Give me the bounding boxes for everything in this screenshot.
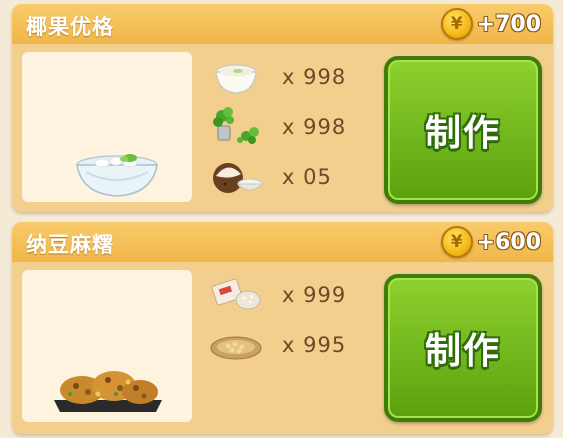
ingredient-row: x 05 — [208, 152, 376, 202]
reward: ¥ +700 — [440, 7, 541, 41]
recipe-card-coconut-yogurt: 椰果优格 ¥ +700 x 998 x 998 x 05 制作 — [12, 4, 553, 212]
ingredient-row: x 998 — [208, 102, 376, 152]
ingredient-qty: x 995 — [282, 333, 347, 357]
coconut-yogurt-bowl-icon — [76, 154, 158, 197]
recipe-header: 椰果优格 ¥ +700 — [12, 4, 553, 44]
ingredient-qty: x 05 — [282, 165, 332, 189]
ingredient-qty: x 998 — [282, 115, 347, 139]
make-button-label: 制作 — [424, 113, 501, 154]
recipe-title: 纳豆麻糬 — [26, 233, 114, 257]
ingredient-list: x 998 x 998 x 05 — [208, 52, 376, 202]
ingredient-qty: x 998 — [282, 65, 347, 89]
ingredient-row: x 995 — [208, 320, 376, 370]
natto-mochi-plate-icon — [54, 371, 162, 412]
ingredient-row: x 998 — [208, 52, 376, 102]
make-button[interactable]: 制作 — [384, 56, 542, 204]
rice-packet-icon — [211, 278, 261, 310]
soybean-plate-icon — [210, 336, 262, 360]
coin-icon: ¥ — [440, 226, 473, 258]
reward-value: +600 — [476, 229, 541, 255]
coconut-icon — [213, 163, 264, 193]
dish-panel — [22, 52, 192, 202]
make-button-label: 制作 — [424, 331, 501, 372]
recipe-card-natto-mochi: 纳豆麻糬 ¥ +600 x 999 x 995 制作 — [12, 222, 553, 434]
herb-pot-icon — [213, 107, 259, 144]
recipe-header: 纳豆麻糬 ¥ +600 — [12, 222, 553, 262]
coin-icon: ¥ — [440, 8, 473, 40]
recipe-title: 椰果优格 — [26, 15, 114, 39]
ingredient-row: x 999 — [208, 270, 376, 320]
reward-value: +700 — [476, 11, 541, 37]
ingredient-list: x 999 x 995 — [208, 270, 376, 370]
yogurt-bowl-icon — [215, 64, 257, 94]
make-button[interactable]: 制作 — [384, 274, 542, 422]
ingredient-qty: x 999 — [282, 283, 347, 307]
dish-panel — [22, 270, 192, 422]
reward: ¥ +600 — [440, 225, 541, 259]
